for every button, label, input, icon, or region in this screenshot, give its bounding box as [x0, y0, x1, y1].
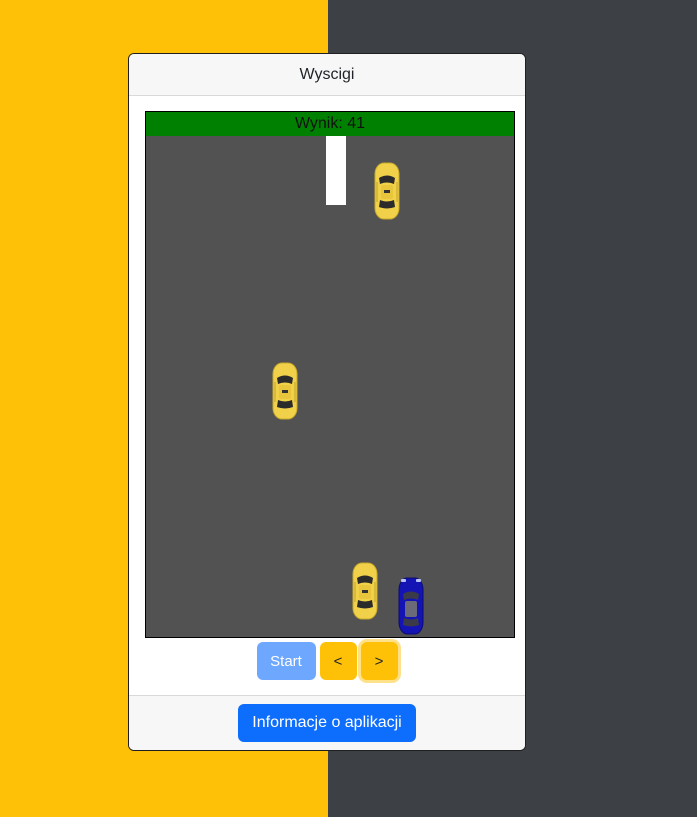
score-text: Wynik: 41	[294, 115, 366, 132]
yellow-taxi-icon	[272, 362, 298, 420]
game-controls: Start < >	[129, 642, 525, 680]
game-board: Wynik: 41	[145, 111, 515, 638]
steer-left-button[interactable]: <	[319, 642, 357, 680]
card-footer: Informacje o aplikacji	[129, 695, 525, 750]
score-bar: Wynik: 41	[146, 112, 514, 136]
blue-car-icon	[398, 577, 424, 635]
yellow-taxi-icon	[352, 562, 378, 620]
steer-right-button[interactable]: >	[360, 642, 398, 680]
yellow-taxi-icon	[374, 162, 400, 220]
game-title: Wyscigi	[299, 65, 355, 83]
taxi-graphic-1	[374, 162, 400, 220]
taxi-graphic-3	[352, 562, 378, 620]
card-header: Wyscigi	[129, 54, 525, 96]
app-info-button[interactable]: Informacje o aplikacji	[238, 704, 416, 742]
game-card: Wyscigi Wynik: 41 Start < > Informacje o…	[128, 53, 526, 751]
start-button[interactable]: Start	[256, 642, 316, 680]
taxi-graphic-2	[272, 362, 298, 420]
lane-stripe	[326, 136, 346, 205]
player-car-graphic	[398, 577, 424, 635]
